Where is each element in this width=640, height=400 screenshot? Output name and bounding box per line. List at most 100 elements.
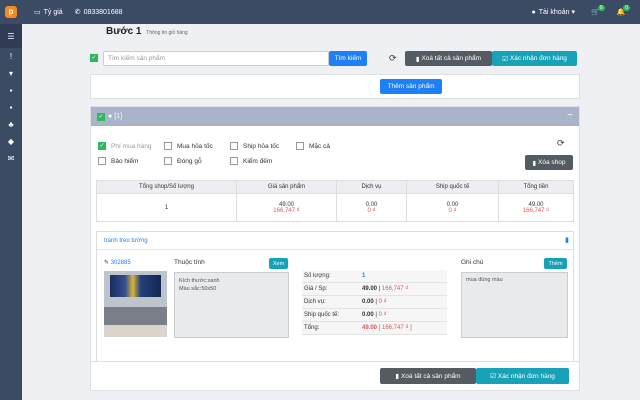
package-icon: ◆	[7, 137, 15, 146]
option-purchase-fee[interactable]: ✓ Phí mua hàng	[98, 142, 151, 150]
summary-qty: 1	[96, 193, 237, 222]
wallet-icon: ▪	[9, 103, 13, 112]
option-bargain[interactable]: Mặc cả	[296, 142, 330, 150]
edit-icon[interactable]: ✎	[104, 260, 109, 266]
add-product-button[interactable]: Thêm sản phẩm	[380, 79, 442, 94]
delete-shop-button[interactable]: ▮ Xóa shop	[525, 155, 573, 170]
option-checkbox[interactable]	[164, 142, 172, 150]
option-checkbox[interactable]	[296, 142, 304, 150]
sidebar-item-users[interactable]: ♣	[0, 116, 22, 133]
step-title: Bước 1	[106, 26, 142, 37]
view-attributes-button[interactable]: Xem	[269, 258, 288, 269]
summary-service-vnd: 0 ₫	[367, 207, 376, 214]
clear-all-label: Xoá tất cả sản phẩm	[400, 372, 461, 380]
product-card: tranh treo tường ▮ ✎ 302885 Thuộc tính X…	[96, 231, 574, 367]
clear-all-button-bottom[interactable]: ▮ Xoá tất cả sản phẩm	[380, 368, 476, 384]
confirm-label: Xác nhận đơn hàng	[509, 55, 567, 62]
price-label: Giá / Sp:	[304, 286, 328, 292]
price-value: 49.00	[362, 286, 378, 292]
cart-button[interactable]: 🛒 0	[591, 5, 605, 16]
service-label: Dịch vụ:	[304, 299, 326, 305]
attributes-label: Thuộc tính	[174, 259, 205, 266]
box-icon: ▪	[9, 86, 13, 95]
attribute-line: Màu sắc:50x50	[179, 286, 217, 292]
option-checkbox[interactable]	[164, 157, 172, 165]
sidebar-item-info[interactable]: !	[0, 48, 22, 65]
service-vnd: 0 ₫	[378, 299, 387, 305]
phone-icon: ✆	[74, 9, 81, 16]
col-header: Ship quốc tế	[406, 180, 499, 194]
option-label: Kiểm đếm	[243, 157, 273, 165]
total-vnd-close: ]	[408, 325, 412, 331]
clear-all-button-top[interactable]: ▮ Xoá tất cả sản phẩm	[405, 51, 492, 66]
option-label: Mặc cả	[309, 142, 330, 150]
search-button[interactable]: Tìm kiếm	[329, 51, 367, 66]
bottom-action-card: ▮ Xoá tất cả sản phẩm ☑ Xác nhận đơn hàn…	[90, 361, 580, 391]
add-note-button[interactable]: Thêm	[544, 258, 567, 269]
search-input[interactable]: Tìm kiếm sản phẩm	[103, 51, 329, 66]
product-id-link[interactable]: 302885	[111, 260, 131, 266]
detail-price: Giá / Sp: 49.00 | 166,747 ₫	[302, 283, 447, 296]
clear-all-label: Xoá tất cả sản phẩm	[421, 55, 482, 62]
collapse-icon[interactable]: −	[567, 110, 573, 121]
users-icon: ♣	[8, 120, 14, 129]
qty-value[interactable]: 1	[362, 273, 365, 279]
option-checkbox[interactable]	[98, 157, 106, 165]
note-textarea[interactable]: mua đúng màu	[461, 272, 568, 338]
sidebar-item-orders[interactable]: ▪	[0, 82, 22, 99]
trash-icon: ▮	[395, 373, 399, 380]
sidebar-item-cart[interactable]: ▾	[0, 65, 22, 82]
summary-total: 49.00 166,747 ₫	[498, 193, 574, 222]
sidebar-item-packages[interactable]: ◆	[0, 133, 22, 150]
option-counting[interactable]: Kiểm đếm	[230, 157, 272, 165]
trash-icon[interactable]: ▮	[565, 236, 569, 244]
hamburger-menu-icon[interactable]: ☰	[0, 24, 22, 48]
option-express-buy[interactable]: Mua hỏa tốc	[164, 142, 213, 150]
option-label: Mua hỏa tốc	[177, 142, 213, 150]
option-label: Đóng gỗ	[177, 157, 202, 165]
confirm-order-button-top[interactable]: ☑ Xác nhận đơn hàng	[492, 51, 577, 66]
option-express-ship[interactable]: Ship hỏa tốc	[230, 142, 279, 150]
option-insurance[interactable]: Bảo hiểm	[98, 157, 138, 165]
attributes-box: Kích thước:xanh Màu sắc:50x50	[174, 272, 289, 338]
account-menu[interactable]: ● Tài khoản ▾	[531, 8, 576, 17]
refresh-icon[interactable]: ⟳	[389, 53, 397, 64]
select-all-checkbox[interactable]: ✓	[90, 54, 98, 62]
shop-title: [1]	[114, 113, 123, 120]
check-square-icon: ☑	[490, 373, 496, 380]
shop-checkbox[interactable]: ✓	[97, 112, 105, 121]
summary-service: 0.00 0 ₫	[336, 193, 407, 222]
app-logo[interactable]: p	[0, 0, 22, 24]
refresh-shop-icon[interactable]: ⟳	[557, 138, 565, 149]
shop-header: ✓ ● [1] −	[91, 107, 579, 126]
sidebar-item-wallet[interactable]: ▪	[0, 99, 22, 116]
detail-qty: Số lượng: 1	[302, 270, 447, 283]
option-wood-packing[interactable]: Đóng gỗ	[164, 157, 202, 165]
ship-vnd: 0 ₫	[378, 312, 387, 318]
detail-ship: Ship quốc tế: 0.00 | 0 ₫	[302, 309, 447, 322]
summary-price: 49.00 166,747 ₫	[236, 193, 337, 222]
option-label: Ship hỏa tốc	[243, 142, 280, 150]
ship-label: Ship quốc tế:	[304, 312, 340, 318]
summary-ship-vnd: 0 ₫	[448, 207, 457, 214]
summary-ship: 0.00 0 ₫	[406, 193, 499, 222]
option-checkbox[interactable]	[230, 142, 238, 150]
confirm-order-button-bottom[interactable]: ☑ Xác nhận đơn hàng	[476, 368, 569, 384]
product-name-link[interactable]: tranh treo tường	[104, 238, 148, 244]
phone-link[interactable]: ✆ 0833801688	[74, 8, 123, 17]
option-checkbox[interactable]: ✓	[98, 142, 106, 150]
notification-button[interactable]: 🔔 0	[617, 5, 630, 16]
product-image[interactable]	[104, 271, 167, 337]
user-icon: ●	[531, 8, 536, 16]
detail-service: Dịch vụ: 0.00 | 0 ₫	[302, 296, 447, 309]
detail-total: Tổng: 49.00 [ 166,747 ₫ ]	[302, 322, 447, 335]
option-checkbox[interactable]	[230, 157, 238, 165]
product-header: tranh treo tường ▮	[97, 232, 573, 250]
top-bar: p ▭ Tỷ giá ✆ 0833801688 ● Tài khoản ▾ 🛒 …	[0, 0, 640, 24]
confirm-label: Xác nhận đơn hàng	[497, 372, 555, 380]
exchange-rate-link[interactable]: ▭ Tỷ giá	[34, 8, 63, 17]
cart-icon: ▾	[8, 69, 13, 78]
check-square-icon: ☑	[502, 55, 508, 63]
sidebar-item-messages[interactable]: ✉	[0, 150, 22, 167]
trash-icon: ▮	[415, 55, 420, 63]
